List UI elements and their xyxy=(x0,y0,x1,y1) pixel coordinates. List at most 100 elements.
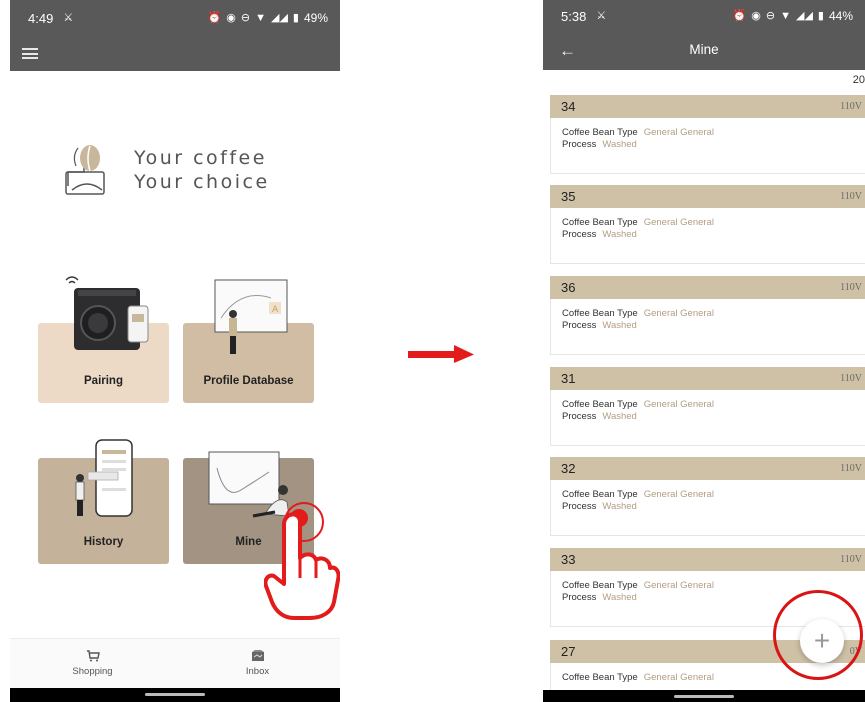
phone-history-illustration xyxy=(75,439,133,517)
card-voltage: 110V xyxy=(840,373,862,384)
nav-inbox-label: Inbox xyxy=(245,666,270,677)
bean-type-label: Coffee Bean Type xyxy=(562,127,638,138)
process-label: Process xyxy=(562,229,597,240)
alarm-icon: ⏰ xyxy=(732,9,747,22)
pairing-label: Pairing xyxy=(84,375,123,387)
process-value: Washed xyxy=(602,411,637,422)
page-title: Mine xyxy=(689,42,719,57)
card-id: 33 xyxy=(561,552,576,567)
card-id: 35 xyxy=(561,189,576,204)
bean-type-row: Coffee Bean Type General General xyxy=(562,489,858,501)
transition-arrow-icon xyxy=(408,345,474,363)
card-voltage: 110V xyxy=(840,282,862,293)
process-label: Process xyxy=(562,501,597,512)
card-body: Coffee Bean Type General General Process W… xyxy=(550,299,865,355)
history-label: History xyxy=(83,536,124,548)
process-row: Process Washed xyxy=(562,501,858,513)
alarm-icon: ⏰ xyxy=(207,11,222,24)
card-header: 36 110V xyxy=(550,276,865,299)
brand-line-1: Your coffee xyxy=(134,147,267,169)
card-id: 32 xyxy=(561,461,576,476)
card-header: 32 110V xyxy=(550,457,865,480)
card-body: Coffee Bean Type General General Process W… xyxy=(550,208,865,264)
profile-card[interactable]: 32 110V Coffee Bean Type General General … xyxy=(550,457,865,536)
profile-card[interactable]: 34 110V Coffee Bean Type General General … xyxy=(550,95,865,174)
process-row: Process Washed xyxy=(562,320,858,332)
wifi-icon: ▼ xyxy=(780,9,791,22)
process-row: Process Washed xyxy=(562,139,858,151)
inbox-icon xyxy=(251,650,264,661)
home-indicator[interactable] xyxy=(674,695,734,698)
bean-type-value: General General xyxy=(643,217,714,228)
nav-shopping-label: Shopping xyxy=(72,666,113,677)
bean-type-value: General General xyxy=(643,308,714,319)
card-id: 27 xyxy=(561,644,576,659)
dnd-icon: ⊖ xyxy=(765,9,776,22)
card-body: Coffee Bean Type General General Process W… xyxy=(550,480,865,536)
bean-type-row: Coffee Bean Type General General xyxy=(562,308,858,320)
battery-icon: ▮ xyxy=(292,11,299,24)
bean-type-row: Coffee Bean Type General General xyxy=(562,217,858,229)
dnd-icon: ⊖ xyxy=(240,11,251,24)
status-bar-right: 5:38 ⚔ ⏰ ◉ ⊖ ▼ ◢◢ ▮ 44% xyxy=(543,0,865,32)
sync-icon: ◉ xyxy=(751,9,761,22)
sync-icon: ◉ xyxy=(226,11,236,24)
card-header: 31 110V xyxy=(550,367,865,390)
process-value: Washed xyxy=(602,229,637,240)
mine-screen: 5:38 ⚔ ⏰ ◉ ⊖ ▼ ◢◢ ▮ 44% ← Mine 20 34 110… xyxy=(543,0,865,702)
wifi-icon: ▼ xyxy=(255,11,266,24)
card-header: 34 110V xyxy=(550,95,865,118)
card-voltage: 110V xyxy=(840,554,862,565)
card-voltage: 110V xyxy=(840,463,862,474)
process-value: Washed xyxy=(602,139,637,150)
nav-shopping[interactable]: Shopping xyxy=(10,639,175,688)
status-time: 4:49 xyxy=(28,10,54,26)
brand-header: Your coffee Your choice xyxy=(62,140,302,200)
bean-type-label: Coffee Bean Type xyxy=(562,672,638,683)
highlight-ring xyxy=(773,590,863,680)
profile-card[interactable]: 36 110V Coffee Bean Type General General … xyxy=(550,276,865,355)
nav-inbox[interactable]: Inbox xyxy=(175,639,340,688)
card-header: 35 110V xyxy=(550,185,865,208)
history-tile[interactable]: History xyxy=(38,438,169,564)
bean-type-value: General General xyxy=(643,127,714,138)
card-body: Coffee Bean Type General General Process W… xyxy=(550,118,865,174)
pairing-tile[interactable]: Pairing xyxy=(38,268,169,403)
pointing-hand-icon xyxy=(264,512,340,620)
app-bar-right: ← Mine xyxy=(543,32,865,70)
link-icon: ⚔ xyxy=(63,11,74,24)
signal-icon: ◢◢ xyxy=(795,9,813,22)
profile-card[interactable]: 35 110V Coffee Bean Type General General … xyxy=(550,185,865,264)
battery-percent: 49% xyxy=(303,11,328,25)
bean-type-label: Coffee Bean Type xyxy=(562,489,638,500)
cart-icon xyxy=(86,650,100,662)
bean-type-value: General General xyxy=(643,489,714,500)
app-bar xyxy=(10,36,340,71)
process-row: Process Washed xyxy=(562,229,858,241)
bean-type-label: Coffee Bean Type xyxy=(562,308,638,319)
grinder-phone-illustration xyxy=(65,276,149,350)
home-screen: 4:49 ⚔ ⏰ ◉ ⊖ ▼ ◢◢ ▮ 49% Your coffee Your… xyxy=(10,0,340,702)
battery-icon: ▮ xyxy=(817,9,824,22)
home-indicator[interactable] xyxy=(145,693,205,696)
profile-database-label: Profile Database xyxy=(203,375,294,387)
signal-icon: ◢◢ xyxy=(270,11,288,24)
card-id: 36 xyxy=(561,280,576,295)
bean-type-value: General General xyxy=(643,580,714,591)
status-time-right: 5:38 xyxy=(561,8,587,24)
bean-type-label: Coffee Bean Type xyxy=(562,217,638,228)
system-nav-bar-right xyxy=(543,690,865,702)
brand-line-2: Your choice xyxy=(134,171,270,193)
profile-database-tile[interactable]: A Profile Database xyxy=(183,278,314,403)
battery-percent-right: 44% xyxy=(828,9,853,23)
card-id: 34 xyxy=(561,99,576,114)
profile-card[interactable]: 31 110V Coffee Bean Type General General … xyxy=(550,367,865,446)
page-number: 20 xyxy=(852,74,865,86)
status-bar: 4:49 ⚔ ⏰ ◉ ⊖ ▼ ◢◢ ▮ 49% xyxy=(10,0,340,36)
bean-type-label: Coffee Bean Type xyxy=(562,580,638,591)
card-voltage: 110V xyxy=(840,101,862,112)
process-value: Washed xyxy=(602,592,637,603)
bean-type-value: General General xyxy=(643,672,714,683)
card-header: 33 110V xyxy=(550,548,865,571)
hamburger-menu-icon[interactable] xyxy=(22,48,38,59)
